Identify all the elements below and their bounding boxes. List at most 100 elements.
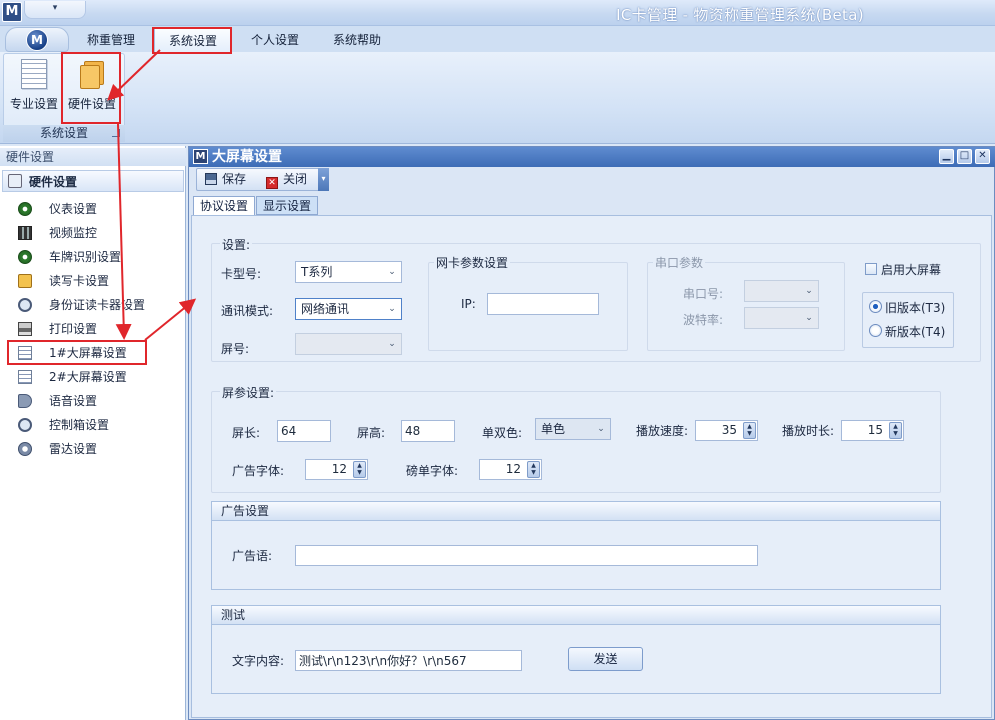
child-window-logo: M bbox=[193, 149, 208, 164]
new-version-radio[interactable] bbox=[869, 324, 882, 337]
spin-arrows-icon[interactable]: ▲ ▼ bbox=[743, 422, 756, 439]
nav-item-video[interactable]: 视频监控 bbox=[4, 222, 184, 244]
screen-height-input[interactable]: 48 bbox=[401, 420, 455, 442]
ad-text-input[interactable] bbox=[295, 545, 758, 566]
save-icon bbox=[205, 173, 217, 185]
card-type-select[interactable]: T系列 ⌄ bbox=[295, 261, 402, 283]
child-window-title: 大屏幕设置 bbox=[212, 149, 282, 165]
group-launcher-icon[interactable] bbox=[112, 129, 120, 137]
color-mode-select[interactable]: 单色 ⌄ bbox=[535, 418, 611, 440]
baud-rate-label: 波特率: bbox=[683, 313, 724, 327]
baud-rate-select[interactable]: ⌄ bbox=[744, 307, 819, 329]
nav-item-radar[interactable]: 雷达设置 bbox=[4, 438, 184, 460]
color-mode-value: 单色 bbox=[541, 422, 566, 436]
comm-mode-select[interactable]: 网络通讯 ⌄ bbox=[295, 298, 402, 320]
color-mode-label: 单双色: bbox=[482, 426, 523, 440]
chevron-down-icon: ⌄ bbox=[597, 424, 605, 434]
chevron-down-icon: ⌄ bbox=[805, 313, 813, 323]
menu-personal-settings[interactable]: 个人设置 bbox=[242, 28, 308, 52]
serial-port-label: 串口号: bbox=[683, 287, 724, 301]
enable-big-screen-label: 启用大屏幕 bbox=[881, 263, 942, 277]
ad-section-header: 广告设置 bbox=[211, 501, 941, 521]
professional-settings-label: 专业设置 bbox=[9, 97, 58, 111]
enable-big-screen-checkbox[interactable] bbox=[865, 263, 877, 275]
ribbon bbox=[0, 52, 995, 144]
send-button[interactable]: 发送 bbox=[568, 647, 643, 671]
nav-item-plate-recognition[interactable]: 车牌识别设置 bbox=[4, 246, 184, 268]
nav-item-label: 读写卡设置 bbox=[49, 274, 110, 288]
toolbar-overflow-button[interactable]: ▾ bbox=[318, 168, 329, 191]
nav-item-id-reader[interactable]: 身份证读卡器设置 bbox=[4, 294, 184, 316]
film-icon bbox=[18, 226, 32, 240]
screen-no-select[interactable]: ⌄ bbox=[295, 333, 402, 355]
nav-item-label: 视频监控 bbox=[49, 226, 98, 240]
nav-item-label: 2#大屏幕设置 bbox=[49, 370, 127, 384]
spin-arrows-icon[interactable]: ▲ ▼ bbox=[353, 461, 366, 478]
play-speed-stepper[interactable]: 35 ▲ ▼ bbox=[695, 420, 758, 441]
close-button[interactable]: ✕ 关闭 bbox=[266, 170, 307, 189]
close-icon: ✕ bbox=[266, 177, 278, 189]
window-title: IC卡管理 - 物资称重管理系统(Beta) bbox=[616, 6, 864, 24]
close-window-button[interactable]: ✕ bbox=[975, 149, 990, 164]
chevron-down-icon: ⌄ bbox=[388, 267, 396, 277]
maximize-button[interactable]: □ bbox=[957, 149, 972, 164]
menu-weighing[interactable]: 称重管理 bbox=[78, 28, 144, 52]
child-window-title-bar bbox=[189, 147, 995, 167]
ip-label: IP: bbox=[461, 297, 476, 311]
serial-port-select[interactable]: ⌄ bbox=[744, 280, 819, 302]
app-orb-icon[interactable]: M bbox=[26, 29, 48, 51]
old-version-radio[interactable] bbox=[869, 300, 882, 313]
screen-no-label: 屏号: bbox=[221, 342, 250, 356]
save-label: 保存 bbox=[222, 172, 247, 186]
nav-item-control-box[interactable]: 控制箱设置 bbox=[4, 414, 184, 436]
nav-item-screen-2[interactable]: 2#大屏幕设置 bbox=[4, 366, 184, 388]
clock-icon bbox=[18, 202, 32, 216]
weigh-font-value: 12 bbox=[505, 462, 521, 476]
magnifier-icon bbox=[18, 418, 32, 432]
annotation-box-nav bbox=[7, 340, 147, 365]
professional-settings-button[interactable]: 专业设置 bbox=[6, 56, 62, 118]
play-duration-stepper[interactable]: 15 ▲ ▼ bbox=[841, 420, 904, 441]
tab-protocol-settings[interactable]: 协议设置 bbox=[193, 196, 256, 215]
screen-width-input[interactable]: 64 bbox=[277, 420, 331, 442]
clock-icon bbox=[18, 250, 32, 264]
comm-mode-value: 网络通讯 bbox=[301, 302, 350, 316]
nav-item-label: 车牌识别设置 bbox=[49, 250, 122, 264]
nav-item-print[interactable]: 打印设置 bbox=[4, 318, 184, 340]
menu-system-help[interactable]: 系统帮助 bbox=[324, 28, 390, 52]
comm-mode-label: 通讯模式: bbox=[221, 304, 274, 318]
chevron-down-icon: ⌄ bbox=[388, 304, 396, 314]
chevron-down-icon: ⌄ bbox=[805, 286, 813, 296]
horn-icon bbox=[18, 394, 32, 408]
tab-display-settings[interactable]: 显示设置 bbox=[256, 196, 319, 215]
save-button[interactable]: 保存 bbox=[205, 170, 246, 189]
spin-arrows-icon[interactable]: ▲ ▼ bbox=[527, 461, 540, 478]
network-legend: 网卡参数设置 bbox=[434, 254, 511, 271]
annotation-box-hardware bbox=[61, 52, 121, 124]
spin-arrows-icon[interactable]: ▲ ▼ bbox=[889, 422, 902, 439]
card-type-label: 卡型号: bbox=[221, 267, 262, 281]
test-text-input[interactable]: 测试\r\n123\r\n你好？\r\n567 bbox=[295, 650, 522, 671]
card-icon bbox=[18, 274, 32, 288]
left-group-header[interactable]: 硬件设置 bbox=[2, 170, 184, 192]
screen-width-label: 屏长: bbox=[232, 426, 261, 440]
ad-font-stepper[interactable]: 12 ▲ ▼ bbox=[305, 459, 368, 480]
weigh-font-stepper[interactable]: 12 ▲ ▼ bbox=[479, 459, 542, 480]
minimize-button[interactable]: ▁ bbox=[939, 149, 954, 164]
play-speed-value: 35 bbox=[721, 423, 737, 437]
left-pane-caption: 硬件设置 bbox=[0, 148, 186, 166]
document-icon bbox=[21, 59, 47, 89]
play-speed-label: 播放速度: bbox=[636, 424, 689, 438]
quick-access-dropdown[interactable]: ▾ bbox=[24, 1, 86, 19]
screen-params-legend: 屏参设置: bbox=[220, 384, 277, 401]
printer-icon bbox=[18, 322, 32, 336]
ad-text-label: 广告语: bbox=[232, 549, 273, 563]
nav-item-instrument[interactable]: 仪表设置 bbox=[4, 198, 184, 220]
nav-item-label: 雷达设置 bbox=[49, 442, 98, 456]
nav-item-voice[interactable]: 语音设置 bbox=[4, 390, 184, 412]
card-type-value: T系列 bbox=[301, 265, 333, 279]
nav-item-card-reader[interactable]: 读写卡设置 bbox=[4, 270, 184, 292]
nav-item-label: 打印设置 bbox=[49, 322, 98, 336]
ip-input[interactable] bbox=[487, 293, 599, 315]
weigh-font-label: 磅单字体: bbox=[406, 464, 459, 478]
